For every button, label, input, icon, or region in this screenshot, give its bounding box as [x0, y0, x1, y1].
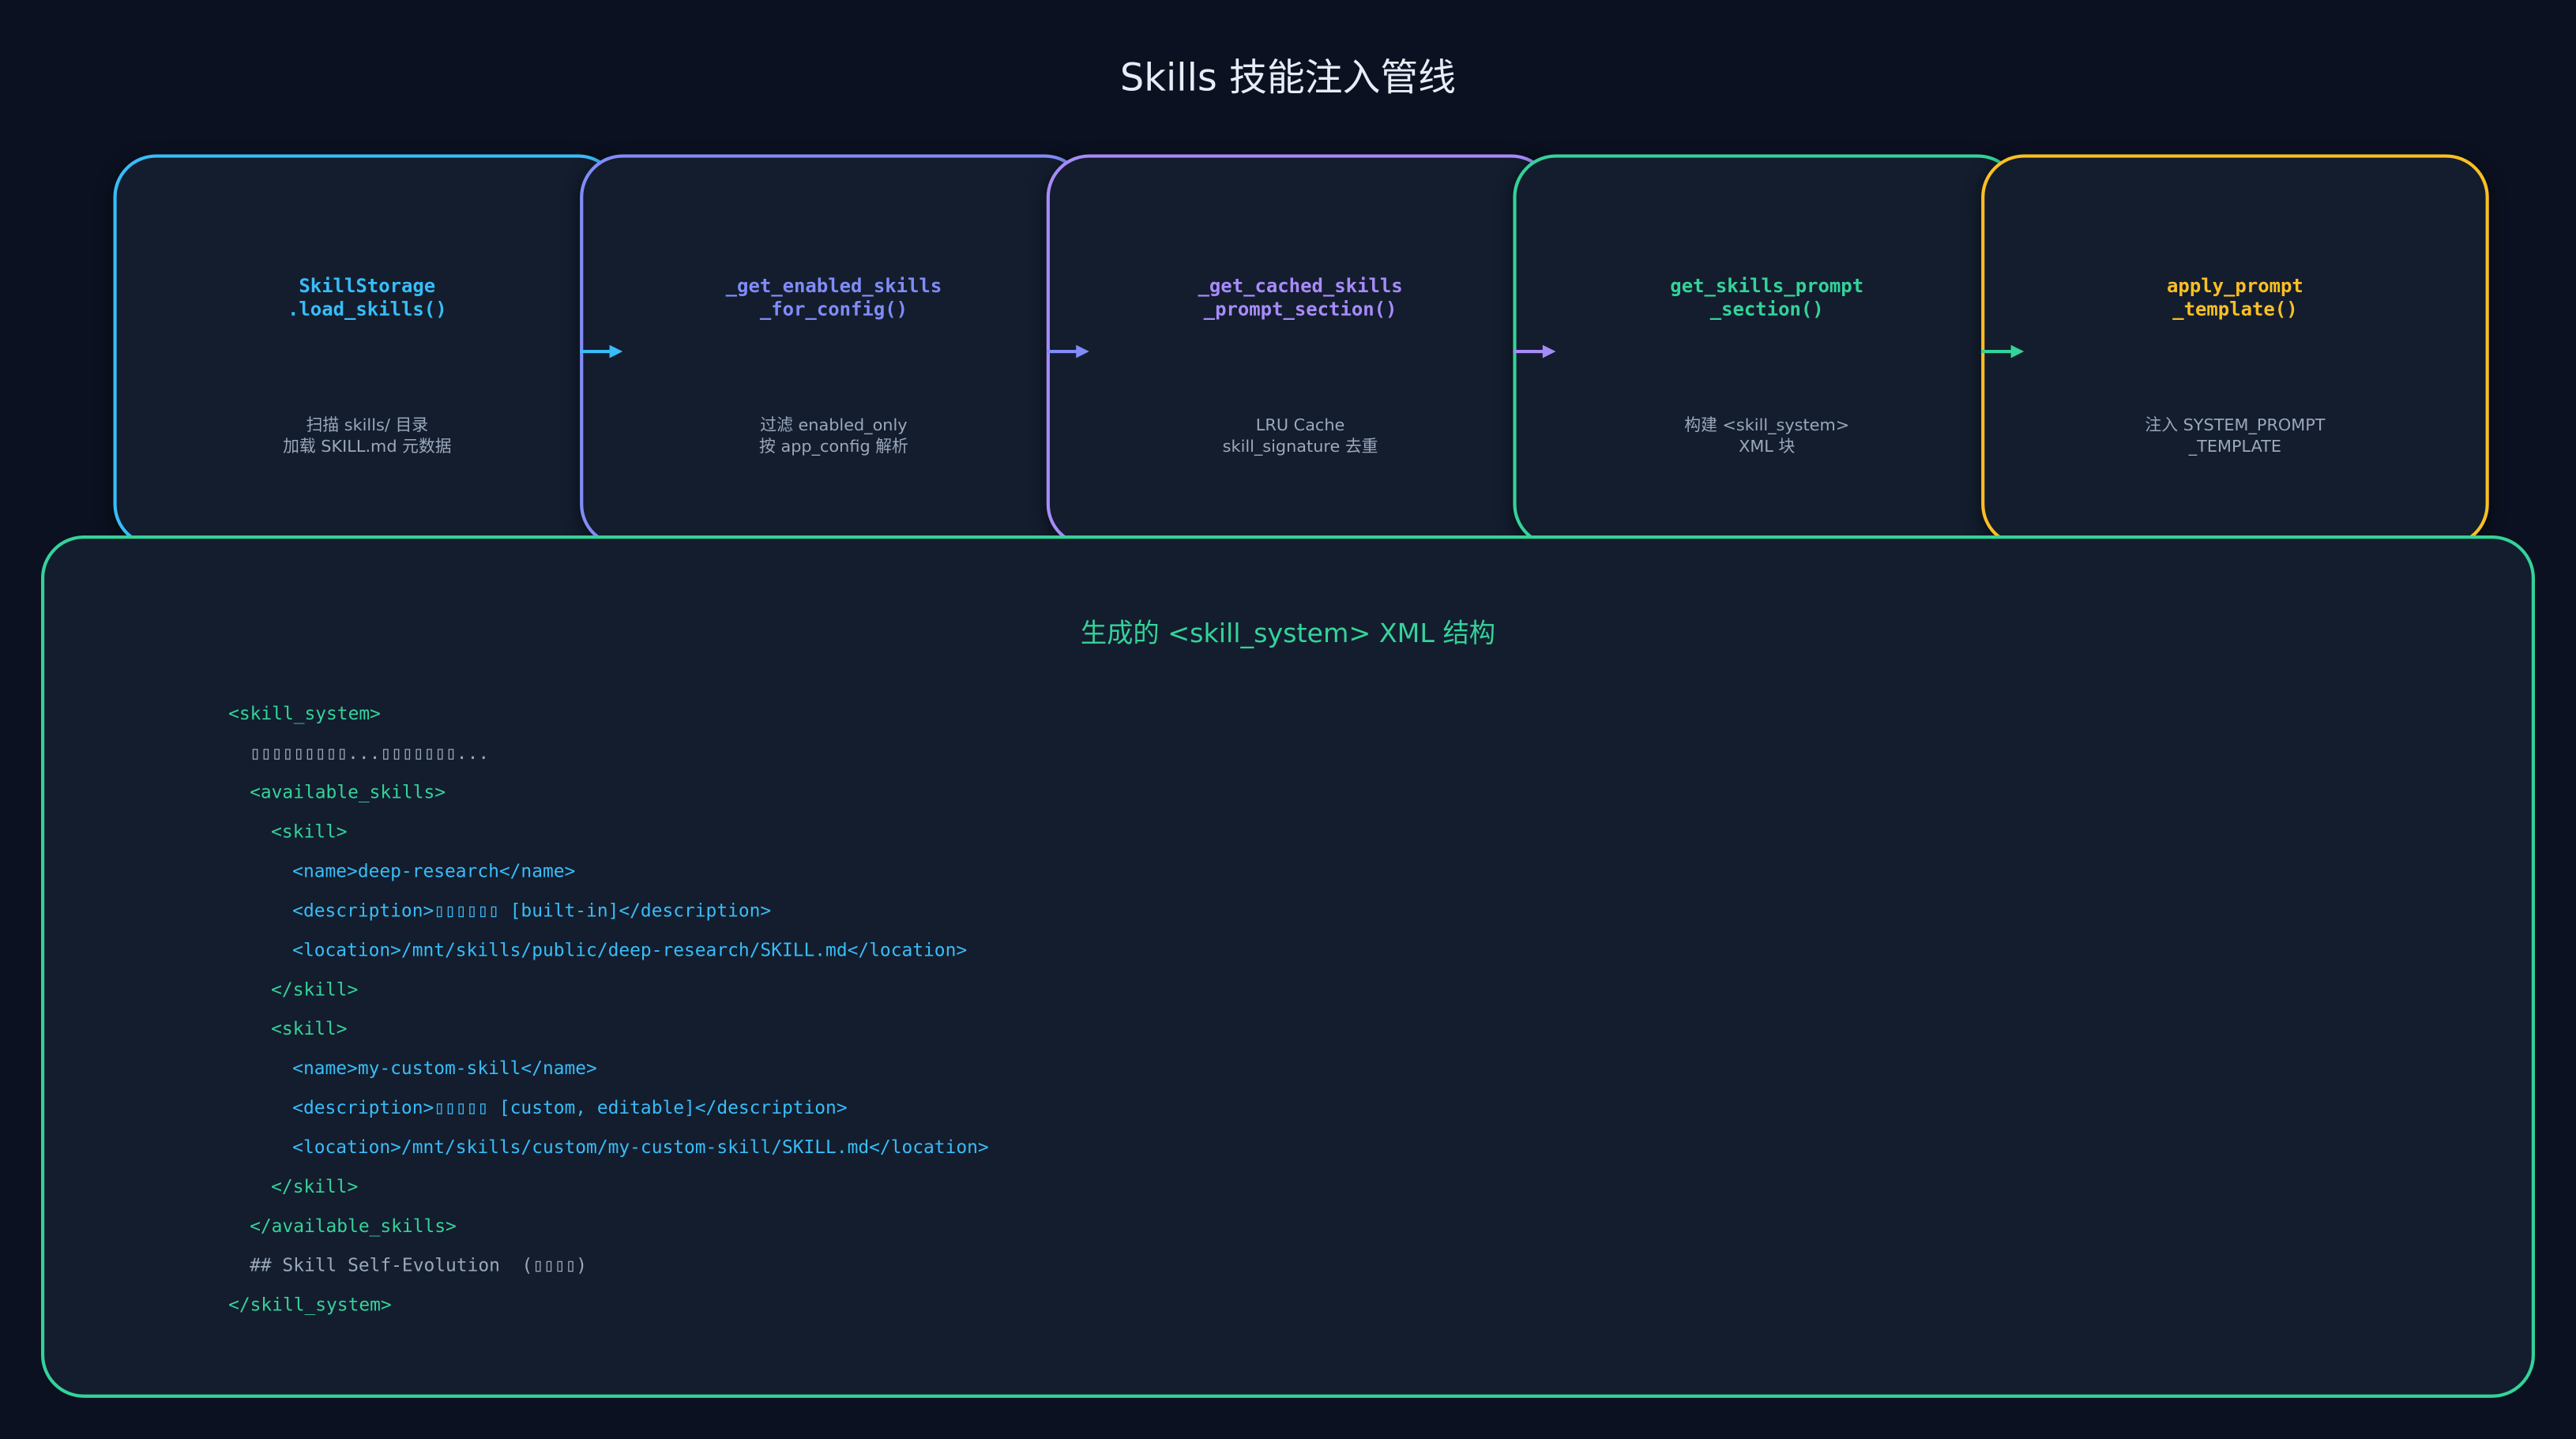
xml-panel-title: 生成的 <skill_system> XML 结构	[1080, 617, 1496, 649]
function-line: _for_config()	[759, 297, 908, 321]
xml-code-line: ▯▯▯▯▯▯▯▯▯...▯▯▯▯▯▯▯...	[250, 742, 490, 765]
description-line: LRU Cache	[1255, 417, 1345, 436]
xml-code-line: <name>my-custom-skill</name>	[292, 1058, 597, 1080]
stage-function-name: _get_cached_skills _prompt_section()	[1050, 274, 1551, 320]
xml-code-line: <location>/mnt/skills/custom/my-custom-s…	[292, 1137, 989, 1159]
stage-function-name: SkillStorage .load_skills()	[117, 274, 618, 320]
flow-arrow-icon	[1981, 344, 2025, 359]
description-line: XML 块	[1739, 438, 1796, 456]
stage-apply-prompt-template: apply_prompt _template() 注入 SYSTEM_PROMP…	[1981, 154, 2489, 547]
flow-arrow-icon	[1046, 344, 1089, 359]
stage-description: 过滤 enabled_only 按 app_config 解析	[583, 417, 1084, 458]
description-line: 加载 SKILL.md 元数据	[283, 438, 452, 456]
xml-code-line: </skill>	[271, 1176, 359, 1198]
function-line: get_skills_prompt	[1670, 274, 1864, 298]
xml-code-line: <skill_system>	[228, 703, 381, 725]
stage-description: 扫描 skills/ 目录 加载 SKILL.md 元数据	[117, 417, 618, 458]
xml-code-line: <description>▯▯▯▯▯▯ [built-in]</descript…	[292, 900, 772, 922]
stage-function-name: apply_prompt _template()	[1984, 274, 2485, 320]
xml-code-block: <skill_system> ▯▯▯▯▯▯▯▯▯...▯▯▯▯▯▯▯... <ava…	[228, 695, 989, 1326]
xml-code-line: <skill>	[271, 821, 348, 843]
function-line: _section()	[1709, 297, 1824, 321]
description-line: 扫描 skills/ 目录	[306, 417, 429, 436]
description-line: skill_signature 去重	[1222, 438, 1378, 456]
xml-code-line: ## Skill Self-Evolution (▯▯▯▯)	[250, 1254, 588, 1276]
xml-code-line: <available_skills>	[250, 781, 446, 803]
xml-code-line: <location>/mnt/skills/public/deep-resear…	[292, 939, 968, 961]
description-line: 按 app_config 解析	[759, 438, 908, 456]
description-line: 注入 SYSTEM_PROMPT	[2145, 417, 2326, 436]
xml-code-line: </skill>	[271, 979, 359, 1001]
stage-function-name: get_skills_prompt _section()	[1517, 274, 2018, 320]
description-line: 构建 <skill_system>	[1684, 417, 1850, 436]
function-line: _get_cached_skills	[1198, 274, 1403, 298]
function-line: _prompt_section()	[1203, 297, 1397, 321]
function-line: _get_enabled_skills	[725, 274, 942, 298]
pipeline-diagram: Skills 技能注入管线 SkillStorage .load_skills(…	[0, 0, 2576, 1439]
stage-function-name: _get_enabled_skills _for_config()	[583, 274, 1084, 320]
description-line: 过滤 enabled_only	[760, 417, 908, 436]
xml-code-line: </skill_system>	[228, 1294, 392, 1316]
function-line: _template()	[2172, 297, 2298, 321]
xml-structure-panel: 生成的 <skill_system> XML 结构 <skill_system>…	[40, 535, 2535, 1398]
stage-get-enabled-skills: _get_enabled_skills _for_config() 过滤 ena…	[580, 154, 1088, 547]
stage-description: 注入 SYSTEM_PROMPT _TEMPLATE	[1984, 417, 2485, 458]
function-line: apply_prompt	[2167, 274, 2303, 298]
stage-get-skills-prompt-section: get_skills_prompt _section() 构建 <skill_s…	[1513, 154, 2021, 547]
xml-code-line: <skill>	[271, 1018, 348, 1040]
stage-get-cached-skills: _get_cached_skills _prompt_section() LRU…	[1046, 154, 1555, 547]
stage-description: 构建 <skill_system> XML 块	[1517, 417, 2018, 458]
xml-code-line: <name>deep-research</name>	[292, 860, 576, 882]
function-line: .load_skills()	[288, 297, 447, 321]
flow-arrow-icon	[1513, 344, 1556, 359]
stage-load-skills: SkillStorage .load_skills() 扫描 skills/ 目…	[113, 154, 622, 547]
xml-code-line: <description>▯▯▯▯▯ [custom, editable]</d…	[292, 1097, 848, 1119]
description-line: _TEMPLATE	[2188, 438, 2282, 456]
function-line: SkillStorage	[299, 274, 436, 298]
flow-arrow-icon	[580, 344, 623, 359]
diagram-title: Skills 技能注入管线	[1119, 57, 1457, 100]
xml-code-line: </available_skills>	[250, 1215, 457, 1238]
stage-description: LRU Cache skill_signature 去重	[1050, 417, 1551, 458]
